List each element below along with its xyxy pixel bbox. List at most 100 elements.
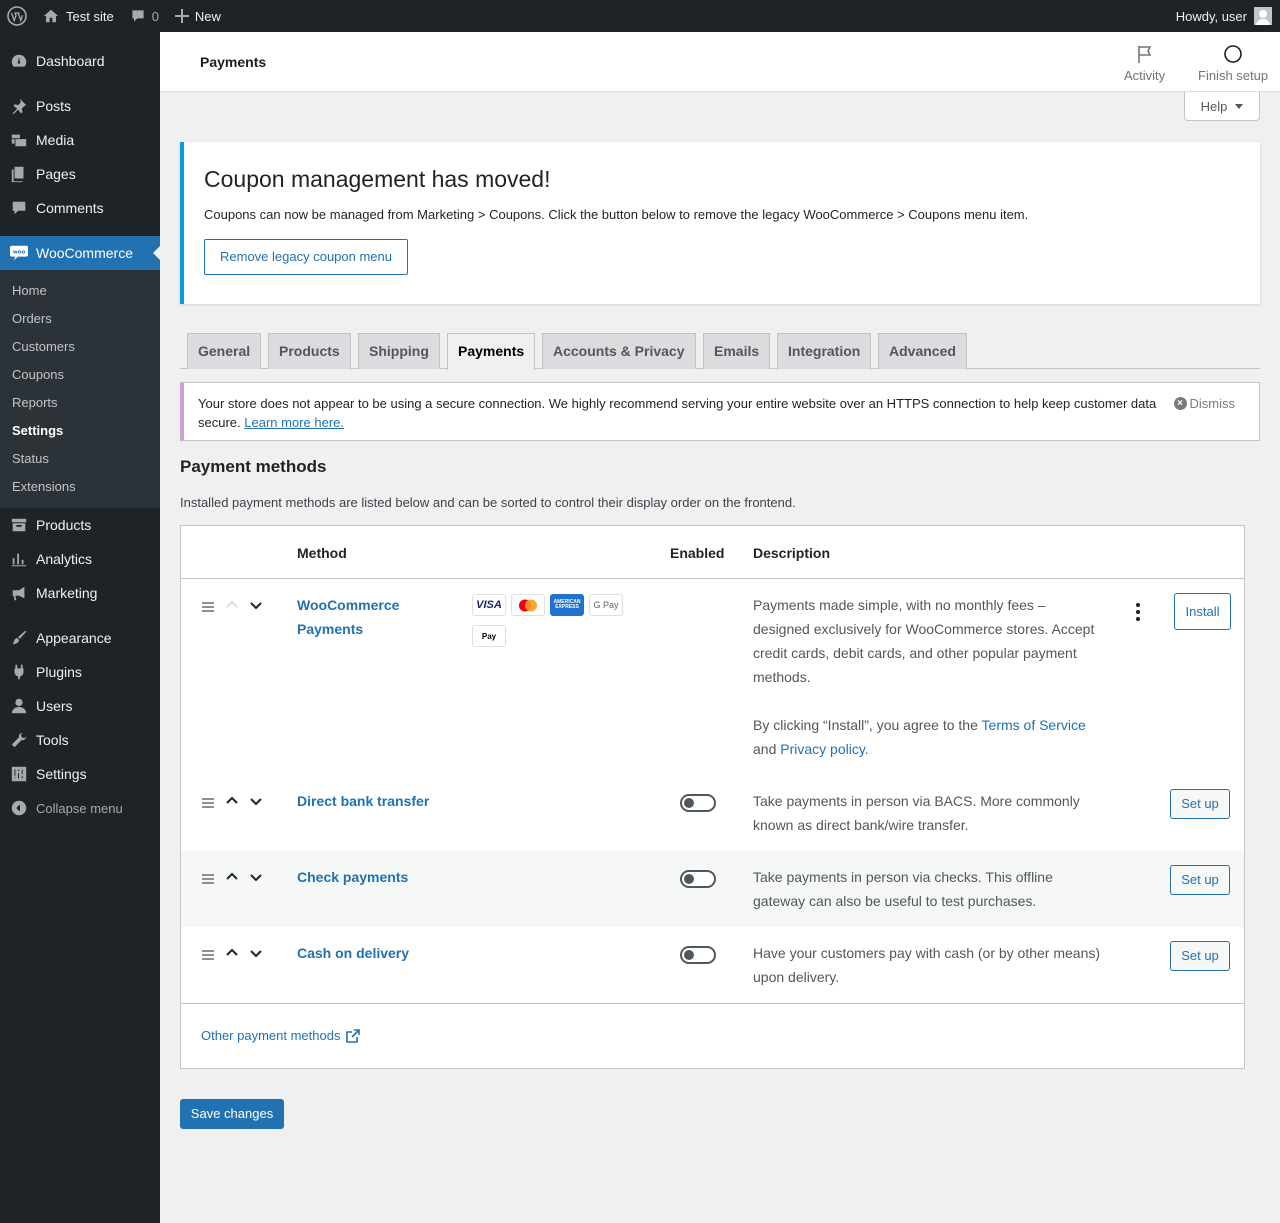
method-name-direct-bank-transfer[interactable]: Direct bank transfer — [297, 789, 429, 813]
chevron-down-icon[interactable] — [248, 945, 264, 961]
visa-card-icon: VISA — [472, 594, 506, 616]
tab-payments[interactable]: Payments — [447, 333, 536, 370]
remove-legacy-coupon-button[interactable]: Remove legacy coupon menu — [204, 239, 408, 275]
set-up-button[interactable]: Set up — [1170, 865, 1230, 895]
method-name-check-payments[interactable]: Check payments — [297, 865, 408, 889]
home-icon — [43, 9, 59, 23]
submenu-reports[interactable]: Reports — [0, 389, 160, 417]
enable-toggle[interactable] — [680, 946, 716, 964]
save-changes-button[interactable]: Save changes — [180, 1099, 284, 1129]
menu-appearance[interactable]: Appearance — [0, 621, 160, 655]
tab-general[interactable]: General — [187, 333, 262, 369]
menu-media[interactable]: Media — [0, 123, 160, 157]
chevron-up-icon[interactable] — [224, 793, 240, 809]
tab-integration[interactable]: Integration — [777, 333, 872, 369]
other-payment-methods-link[interactable]: Other payment methods — [201, 1028, 361, 1043]
wordpress-logo-icon[interactable] — [0, 0, 34, 32]
menu-marketing[interactable]: Marketing — [0, 576, 160, 610]
tab-products[interactable]: Products — [268, 333, 351, 369]
submenu-orders[interactable]: Orders — [0, 305, 160, 333]
chevron-down-icon[interactable] — [248, 869, 264, 885]
other-link-label: Other payment methods — [201, 1028, 341, 1043]
table-row: Cash on delivery Have your customers pay… — [181, 927, 1244, 1003]
menu-comments[interactable]: Comments — [0, 191, 160, 225]
enable-toggle[interactable] — [680, 794, 716, 812]
menu-pages[interactable]: Pages — [0, 157, 160, 191]
menu-label: Comments — [36, 200, 104, 216]
terms-prefix: By clicking “Install”, you agree to the — [753, 717, 982, 733]
menu-woocommerce[interactable]: woo WooCommerce — [0, 236, 161, 270]
apple-pay-icon: Pay — [472, 625, 506, 647]
drag-handle-icon[interactable] — [202, 874, 214, 886]
my-account[interactable]: Howdy, user — [1176, 7, 1280, 25]
more-options-icon[interactable] — [1136, 603, 1140, 624]
woocommerce-icon: woo — [10, 244, 28, 262]
apple-pay-label: Pay — [481, 631, 497, 641]
notice-text: Coupons can now be managed from Marketin… — [204, 207, 1029, 222]
help-button[interactable]: Help — [1184, 92, 1260, 121]
chevron-up-icon — [224, 597, 240, 613]
privacy-policy-link[interactable]: Privacy policy — [780, 741, 865, 757]
finish-setup-button[interactable]: Finish setup — [1198, 44, 1268, 83]
drag-handle-icon[interactable] — [202, 950, 214, 962]
set-up-button[interactable]: Set up — [1170, 789, 1230, 819]
menu-label: Marketing — [36, 585, 98, 601]
method-description: Payments made simple, with no monthly fe… — [753, 593, 1103, 761]
svg-text:woo: woo — [13, 249, 26, 255]
avatar — [1254, 7, 1272, 25]
flag-icon — [1137, 46, 1151, 63]
menu-label: Plugins — [36, 664, 82, 680]
chevron-down-icon[interactable] — [248, 597, 264, 613]
chevron-down-icon[interactable] — [248, 793, 264, 809]
menu-label: Media — [36, 132, 75, 148]
collapse-menu-button[interactable]: Collapse menu — [0, 791, 160, 825]
menu-posts[interactable]: Posts — [0, 89, 160, 123]
user-icon — [10, 697, 28, 715]
dismiss-button[interactable]: × Dismiss — [1173, 394, 1235, 413]
menu-analytics[interactable]: Analytics — [0, 542, 160, 576]
menu-dashboard[interactable]: Dashboard — [0, 44, 160, 78]
dashboard-icon — [10, 52, 28, 70]
drag-handle-icon[interactable] — [202, 602, 214, 614]
submenu-customers[interactable]: Customers — [0, 333, 160, 361]
new-content-link[interactable]: New — [167, 0, 229, 32]
comments-count: 0 — [151, 8, 159, 24]
install-button[interactable]: Install — [1174, 593, 1231, 630]
amex-card-icon: AMERICAN EXPRESS — [550, 594, 584, 616]
chevron-up-icon[interactable] — [224, 945, 240, 961]
enable-toggle[interactable] — [680, 870, 716, 888]
woocommerce-header: Payments Activity Finish setup — [160, 32, 1280, 92]
settings-tabs: General Products Shipping Payments Accou… — [180, 332, 1260, 370]
drag-handle-icon[interactable] — [202, 798, 214, 810]
tab-shipping[interactable]: Shipping — [358, 333, 440, 369]
menu-settings[interactable]: Settings — [0, 757, 160, 791]
submenu-settings[interactable]: Settings — [0, 417, 160, 445]
site-name-link[interactable]: Test site — [34, 0, 122, 32]
submenu-extensions[interactable]: Extensions — [0, 473, 160, 501]
menu-label: Posts — [36, 98, 72, 114]
menu-plugins[interactable]: Plugins — [0, 655, 160, 689]
mastercard-icon — [511, 594, 545, 616]
method-name-woocommerce-payments[interactable]: WooCommerce Payments — [297, 593, 399, 641]
comments-link[interactable]: 0 — [122, 0, 167, 32]
site-name: Test site — [66, 8, 114, 24]
set-up-button[interactable]: Set up — [1170, 941, 1230, 971]
method-name-cash-on-delivery[interactable]: Cash on delivery — [297, 941, 409, 965]
menu-users[interactable]: Users — [0, 689, 160, 723]
section-title: Payment methods — [180, 457, 327, 476]
menu-tools[interactable]: Tools — [0, 723, 160, 757]
tab-emails[interactable]: Emails — [703, 333, 771, 369]
submenu-home[interactable]: Home — [0, 277, 160, 305]
menu-products[interactable]: Products — [0, 508, 160, 542]
plug-icon — [10, 663, 28, 681]
terms-of-service-link[interactable]: Terms of Service — [982, 717, 1086, 733]
submenu-coupons[interactable]: Coupons — [0, 361, 160, 389]
chevron-up-icon[interactable] — [224, 869, 240, 885]
caret-down-icon — [1235, 103, 1244, 113]
activity-button[interactable]: Activity — [1124, 44, 1165, 83]
tab-accounts-privacy[interactable]: Accounts & Privacy — [542, 333, 696, 369]
submenu-status[interactable]: Status — [0, 445, 160, 473]
menu-label: Dashboard — [36, 53, 105, 69]
learn-more-link[interactable]: Learn more here. — [244, 415, 344, 430]
tab-advanced[interactable]: Advanced — [878, 333, 967, 369]
